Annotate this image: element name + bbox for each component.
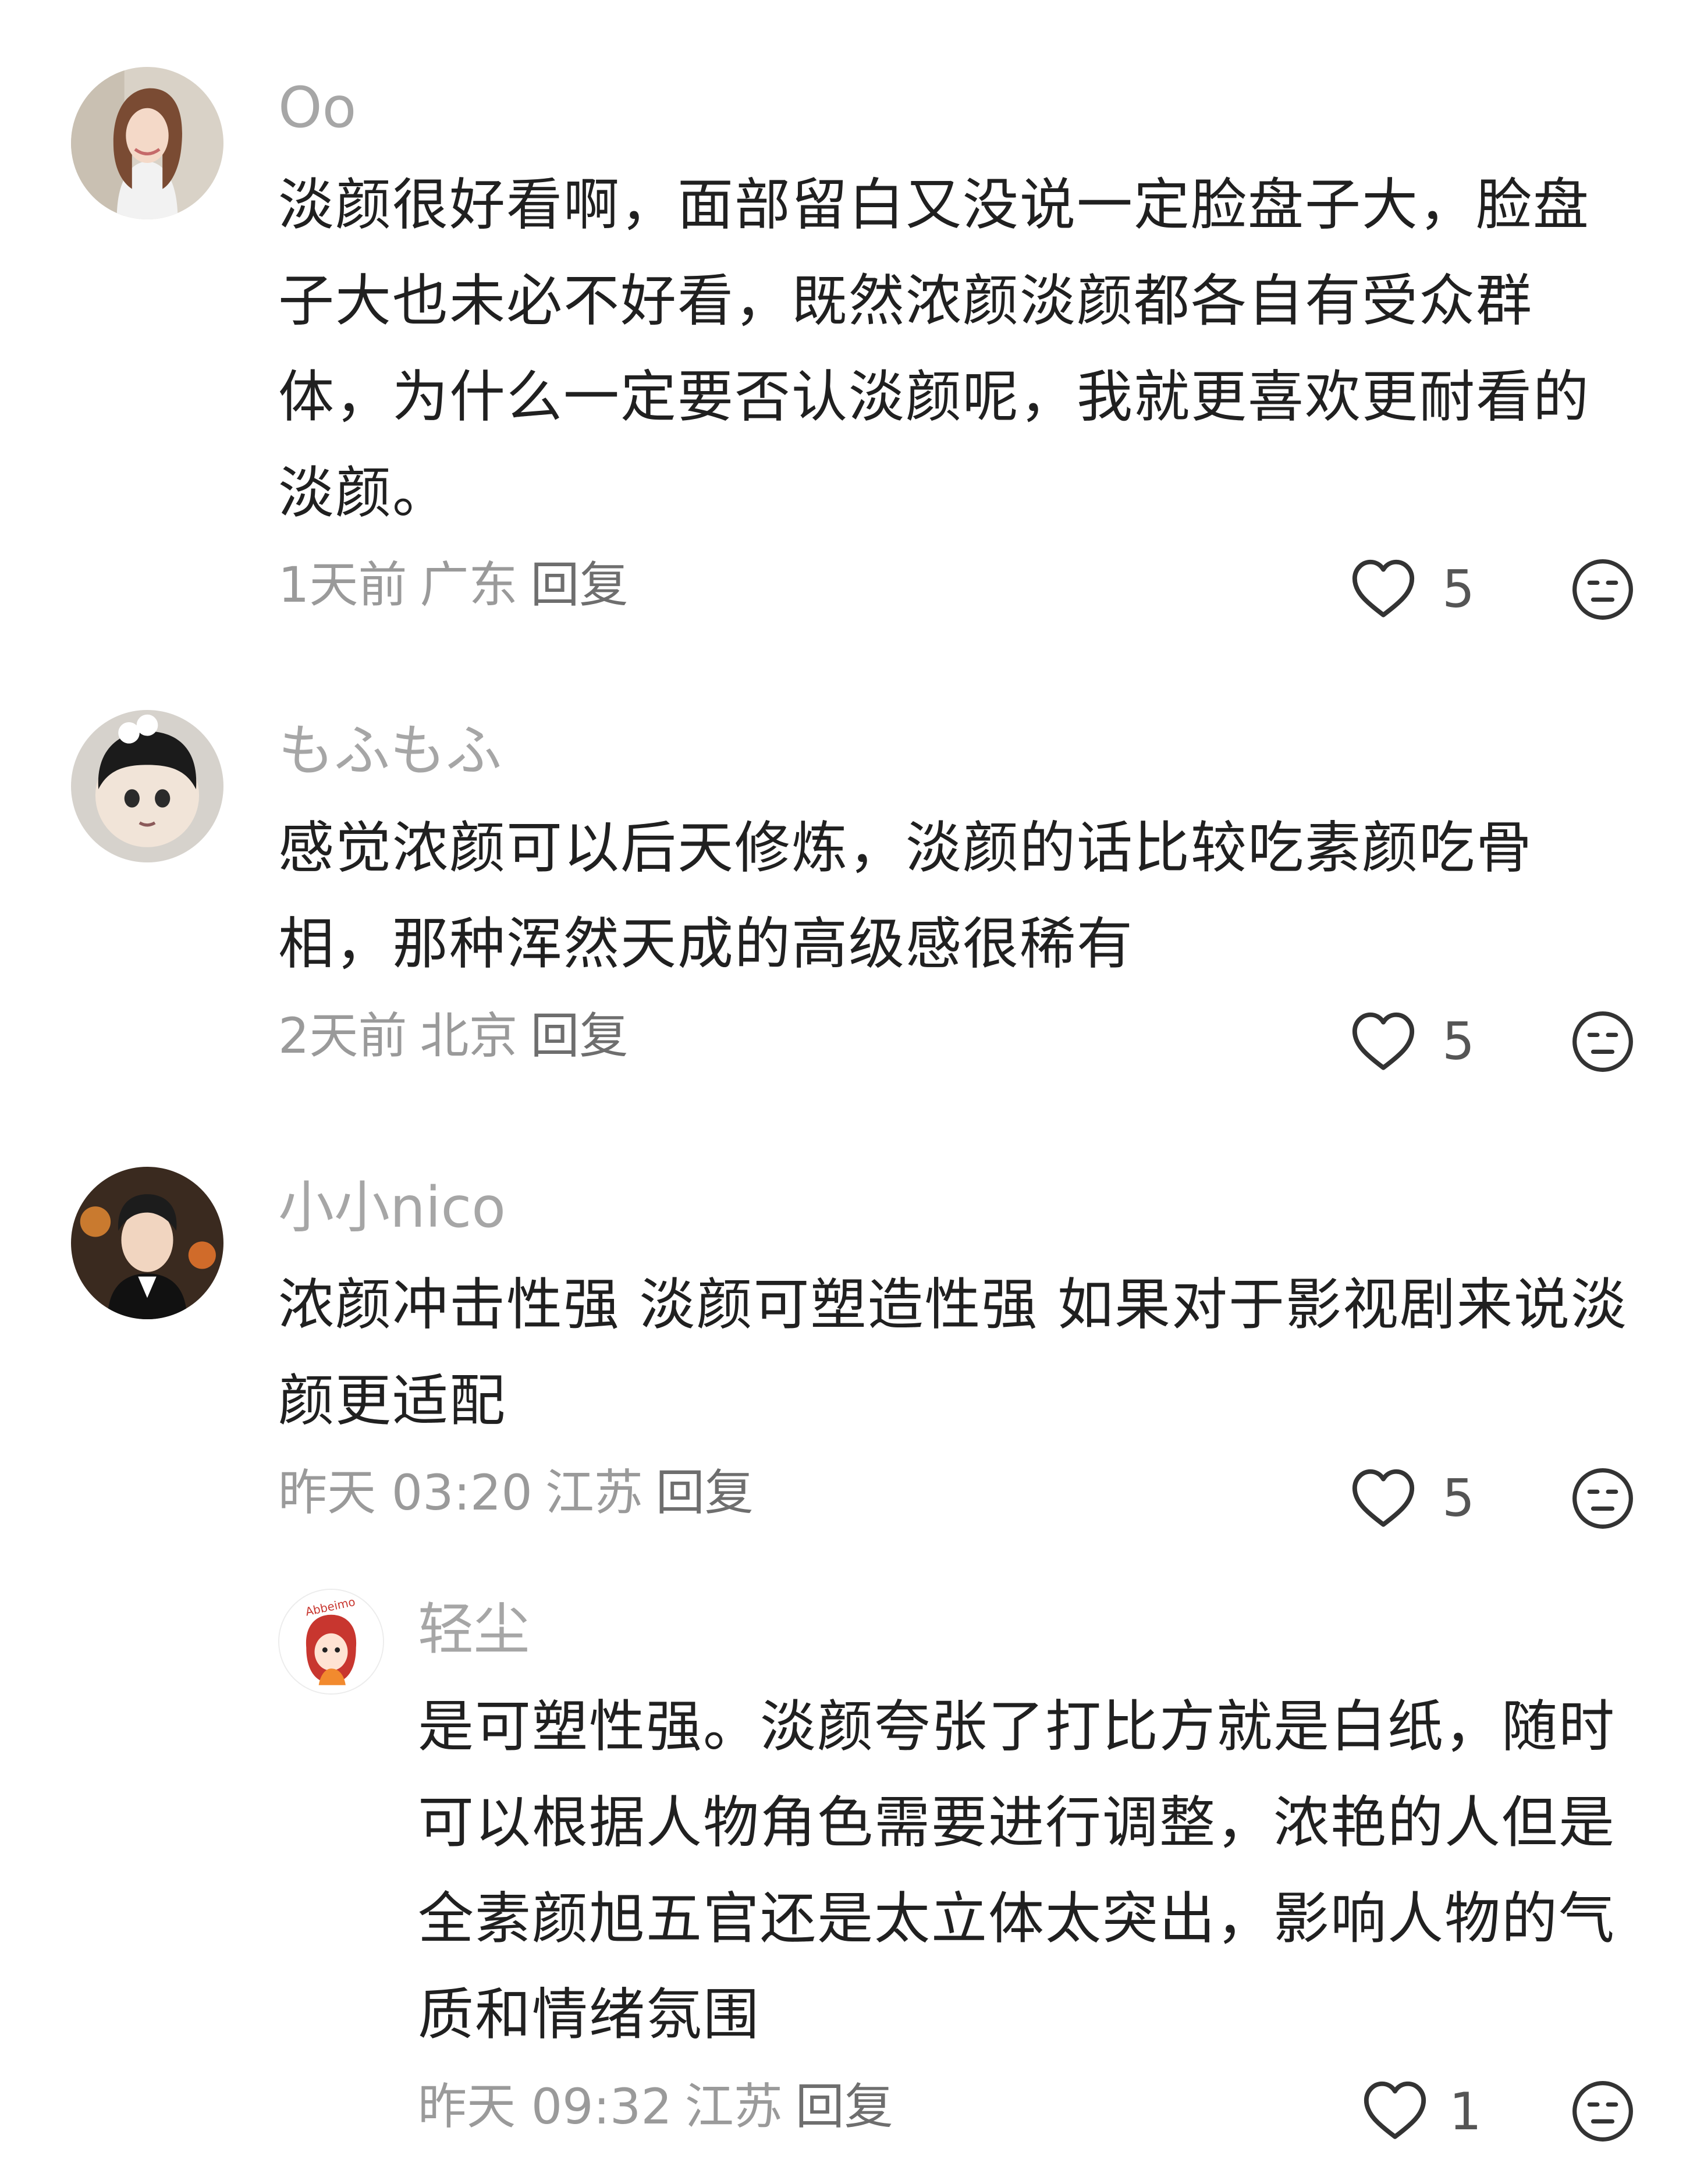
comment-text: 感觉浓颜可以后天修炼，淡颜的话比较吃素颜吃骨相，那种浑然天成的高级感很稀有: [278, 815, 1533, 976]
dislike-button[interactable]: [1569, 2078, 1636, 2145]
comment-meta: 昨天 09:32 江苏 回复: [418, 2075, 906, 2139]
meh-face-icon: [1569, 1008, 1636, 1075]
comment-meta: 昨天 03:20 江苏 回复: [278, 1461, 766, 1525]
comment-username[interactable]: 小小nico: [278, 1173, 506, 1242]
avatar[interactable]: [71, 1167, 223, 1319]
comment-time: 1天前: [278, 556, 407, 613]
comment-location: 江苏: [545, 1464, 643, 1521]
comment-time: 2天前: [278, 1007, 407, 1064]
comment-text: 是可塑性强。淡颜夸张了打比方就是白纸，随时可以根据人物角色需要进行调整，浓艳的人…: [418, 1694, 1616, 2047]
avatar[interactable]: Abbeimo: [278, 1589, 384, 1695]
dislike-button[interactable]: [1569, 1465, 1636, 1532]
comment-username[interactable]: もふもふ: [278, 716, 502, 786]
comment-text: 淡颜很好看啊，面部留白又没说一定脸盘子大，脸盘子大也未必不好看，既然浓颜淡颜都各…: [278, 172, 1590, 525]
like-button[interactable]: [1349, 1008, 1418, 1073]
comment-location: 江苏: [684, 2078, 783, 2135]
like-count: 1: [1449, 2082, 1482, 2142]
meh-face-icon: [1569, 2078, 1636, 2145]
comment-location: 广东: [420, 556, 518, 613]
like-button[interactable]: [1361, 2078, 1429, 2142]
comment-username[interactable]: 轻尘: [418, 1595, 530, 1664]
reply-button[interactable]: 回复: [656, 1464, 754, 1521]
comment-text: 浓颜冲击性强 淡颜可塑造性强 如果对于影视剧来说淡颜更适配: [278, 1272, 1628, 1433]
like-count: 5: [1442, 559, 1475, 619]
heart-outline-icon: [1349, 1465, 1418, 1529]
reply-button[interactable]: 回复: [530, 556, 628, 613]
like-count: 5: [1442, 1468, 1475, 1528]
heart-outline-icon: [1349, 556, 1418, 620]
like-button[interactable]: [1349, 556, 1418, 620]
heart-outline-icon: [1349, 1008, 1418, 1073]
comment-username[interactable]: Oo: [278, 73, 356, 143]
reply-button[interactable]: 回复: [530, 1007, 628, 1064]
comment-location: 北京: [420, 1007, 518, 1064]
comment-meta: 2天前 北京 回复: [278, 1004, 641, 1068]
like-count: 5: [1442, 1011, 1475, 1071]
avatar[interactable]: [71, 67, 223, 219]
like-button[interactable]: [1349, 1465, 1418, 1529]
dislike-button[interactable]: [1569, 1008, 1636, 1075]
meh-face-icon: [1569, 1465, 1636, 1532]
comment-time: 昨天 09:32: [418, 2078, 672, 2135]
meh-face-icon: [1569, 556, 1636, 623]
comment-meta: 1天前 广东 回复: [278, 553, 641, 617]
dislike-button[interactable]: [1569, 556, 1636, 623]
heart-outline-icon: [1361, 2078, 1429, 2142]
avatar[interactable]: [71, 710, 223, 862]
comment-time: 昨天 03:20: [278, 1464, 532, 1521]
reply-button[interactable]: 回复: [796, 2078, 893, 2135]
